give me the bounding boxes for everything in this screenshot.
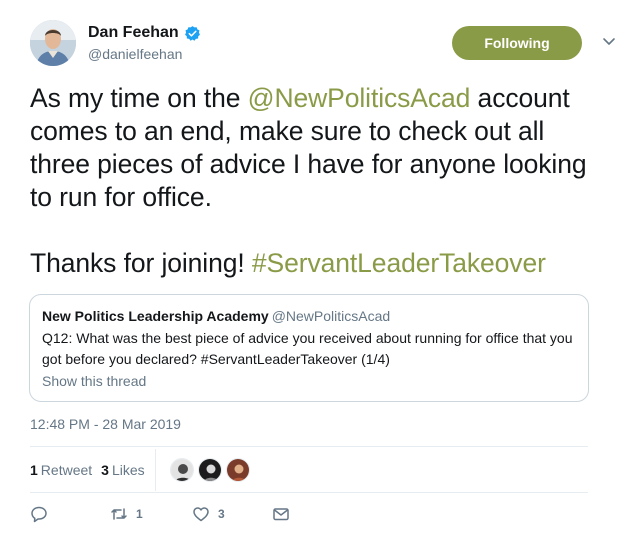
quoted-tweet-text: Q12: What was the best piece of advice y…	[42, 330, 573, 367]
envelope-icon	[273, 508, 289, 521]
hashtag-link[interactable]: #ServantLeaderTakeover	[252, 248, 546, 278]
tweet-timestamp[interactable]: 12:48 PM - 28 Mar 2019	[30, 416, 181, 432]
author-names: Dan Feehan @danielfeehan	[88, 24, 201, 62]
tweet-card: Dan Feehan @danielfeehan Following As my…	[0, 0, 618, 545]
stats-separator	[155, 449, 156, 491]
tweet-header: Dan Feehan @danielfeehan Following	[30, 18, 615, 70]
tweet-actions: 1 3	[30, 505, 590, 529]
heart-icon	[193, 507, 209, 522]
direct-message-button[interactable]	[272, 505, 290, 523]
tweet-paragraph-2: Thanks for joining! #ServantLeaderTakeov…	[30, 247, 600, 280]
quoted-tweet[interactable]: New Politics Leadership Academy @NewPolit…	[29, 294, 589, 402]
following-button[interactable]: Following	[452, 26, 582, 60]
liker-avatars	[170, 458, 254, 482]
quoted-author-handle: @NewPoliticsAcad	[271, 308, 391, 324]
retweet-icon	[111, 508, 127, 520]
divider	[30, 446, 588, 447]
author-handle[interactable]: @danielfeehan	[88, 46, 201, 62]
liker-avatar[interactable]	[198, 458, 222, 482]
divider	[30, 492, 588, 493]
likes-stat-label: Likes	[111, 462, 145, 478]
tweet-thanks-text: Thanks for joining!	[30, 248, 252, 278]
tweet-paragraph-1: As my time on the @NewPoliticsAcad accou…	[30, 82, 600, 214]
chevron-down-icon[interactable]	[602, 36, 616, 48]
retweet-count: 1	[136, 507, 143, 521]
retweet-stat[interactable]: 1 Retweet	[30, 462, 92, 478]
like-button[interactable]: 3	[192, 505, 225, 523]
tweet-text-prefix: As my time on the	[30, 83, 248, 113]
mention-link[interactable]: @NewPoliticsAcad	[248, 83, 471, 113]
retweet-stat-count: 1	[30, 462, 38, 478]
author-name-text[interactable]: Dan Feehan	[88, 24, 179, 42]
reply-button[interactable]	[30, 505, 48, 523]
author-display-name[interactable]: Dan Feehan	[88, 24, 201, 42]
verified-badge-icon	[184, 25, 200, 41]
tweet-stats: 1 Retweet 3 Likes	[30, 449, 590, 491]
quoted-author-name: New Politics Leadership Academy	[42, 308, 269, 324]
tweet-text: As my time on the @NewPoliticsAcad accou…	[30, 82, 600, 280]
show-thread-link[interactable]: Show this thread	[42, 373, 146, 389]
avatar[interactable]	[30, 20, 76, 66]
retweet-button[interactable]: 1	[110, 505, 143, 523]
quoted-tweet-header: New Politics Leadership Academy @NewPolit…	[42, 307, 576, 326]
like-count: 3	[218, 507, 225, 521]
likes-stat[interactable]: 3 Likes	[101, 462, 144, 478]
reply-icon	[31, 506, 47, 523]
liker-avatar[interactable]	[170, 458, 194, 482]
liker-avatar[interactable]	[226, 458, 250, 482]
retweet-stat-label: Retweet	[40, 462, 93, 478]
likes-stat-count: 3	[101, 462, 109, 478]
